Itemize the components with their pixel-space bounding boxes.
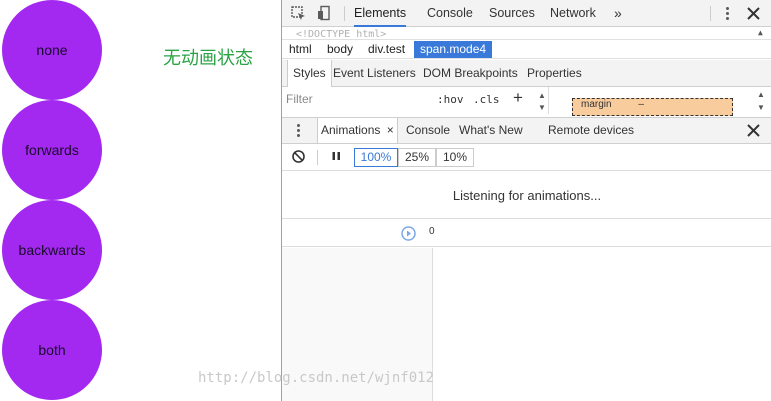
close-tab-icon[interactable]: × (387, 123, 394, 137)
margin-label: margin (581, 99, 612, 110)
inspect-element-icon[interactable] (290, 5, 307, 22)
styles-filter-row: Filter :hov .cls + ▲ ▼ (282, 87, 547, 114)
tab-sources[interactable]: Sources (489, 0, 535, 27)
tab-styles[interactable]: Styles (287, 60, 332, 87)
breadcrumb-html[interactable]: html (283, 41, 318, 58)
more-tabs-icon[interactable]: » (614, 0, 622, 27)
close-devtools-icon[interactable] (745, 5, 762, 22)
circle-label: none (36, 42, 68, 58)
pane-divider[interactable] (548, 87, 549, 114)
tab-console[interactable]: Console (427, 0, 473, 27)
styles-subtabs: Styles Event Listeners DOM Breakpoints P… (282, 60, 771, 87)
devtools-panel: Elements Console Sources Network » <!DOC… (281, 0, 771, 401)
timeline-header: 0 (282, 220, 771, 247)
tab-animations-label: Animations (321, 123, 381, 137)
breadcrumb-span-mode4[interactable]: span.mode4 (414, 41, 493, 58)
replay-icon[interactable] (400, 225, 417, 242)
styles-filter-input[interactable]: Filter (286, 92, 313, 106)
dom-tree-partial: <!DOCTYPE html> ▲ (282, 27, 771, 39)
new-style-rule-icon[interactable]: + (513, 88, 523, 108)
scroll-down-arrow-icon[interactable]: ▼ (757, 103, 765, 112)
cls-toggle[interactable]: .cls (473, 93, 500, 106)
tab-animations[interactable]: Animations × (317, 118, 398, 143)
playback-rate-25[interactable]: 25% (398, 148, 436, 167)
timeline-zero-tick: 0 (429, 226, 435, 237)
clear-animations-icon[interactable] (291, 149, 308, 166)
playback-rate-10[interactable]: 10% (436, 148, 474, 167)
margin-value: – (638, 99, 644, 110)
scroll-up-arrow-icon[interactable]: ▲ (758, 28, 763, 38)
breadcrumb-body[interactable]: body (321, 41, 359, 58)
main-tabbar: Elements Console Sources Network » (282, 0, 771, 27)
circle-backwards: backwards (2, 200, 102, 300)
circle-label: backwards (18, 242, 86, 258)
playback-rate-100[interactable]: 100% (354, 148, 398, 167)
circle-both: both (2, 300, 102, 400)
controls-divider (317, 150, 318, 165)
tab-properties[interactable]: Properties (522, 60, 587, 87)
box-model-margin: margin – (572, 98, 733, 116)
device-toolbar-icon[interactable] (316, 5, 333, 22)
state-label: 无动画状态 (163, 48, 253, 69)
tab-dom-breakpoints[interactable]: DOM Breakpoints (418, 60, 523, 87)
watermark: http://blog.csdn.net/wjnf012 (198, 370, 435, 386)
close-drawer-icon[interactable] (745, 122, 762, 139)
scroll-down-arrow-icon[interactable]: ▼ (538, 103, 546, 112)
scroll-up-arrow-icon[interactable]: ▲ (538, 91, 546, 100)
animation-controls: 100% 25% 10% (282, 144, 771, 171)
breadcrumb-div-test[interactable]: div.test (362, 41, 411, 58)
toolbar-divider (710, 6, 711, 21)
circle-forwards: forwards (2, 100, 102, 200)
circle-label: forwards (25, 142, 79, 158)
circle-none: none (2, 0, 102, 100)
breadcrumb: html body div.test span.mode4 (282, 39, 771, 59)
demo-page: none forwards backwards both 无动画状态 (0, 0, 281, 401)
tab-event-listeners[interactable]: Event Listeners (328, 60, 421, 87)
tab-drawer-console[interactable]: Console (403, 118, 453, 143)
scroll-up-arrow-icon[interactable]: ▲ (757, 90, 765, 99)
circle-label: both (38, 342, 66, 358)
doctype-line: <!DOCTYPE html> (296, 29, 387, 40)
pause-all-icon[interactable] (329, 149, 346, 166)
toolbar-divider (344, 6, 345, 21)
drawer-menu-icon[interactable] (290, 122, 307, 139)
tab-elements[interactable]: Elements (354, 0, 407, 27)
tab-remote-devices[interactable]: Remote devices (545, 118, 637, 143)
kebab-menu-icon[interactable] (719, 5, 736, 22)
drawer-tabbar: Animations × Console What's New Remote d… (282, 117, 771, 144)
tab-network[interactable]: Network (550, 0, 596, 27)
tab-whats-new[interactable]: What's New (456, 118, 526, 143)
hov-toggle[interactable]: :hov (437, 93, 464, 106)
listening-message: Listening for animations... (282, 172, 771, 219)
